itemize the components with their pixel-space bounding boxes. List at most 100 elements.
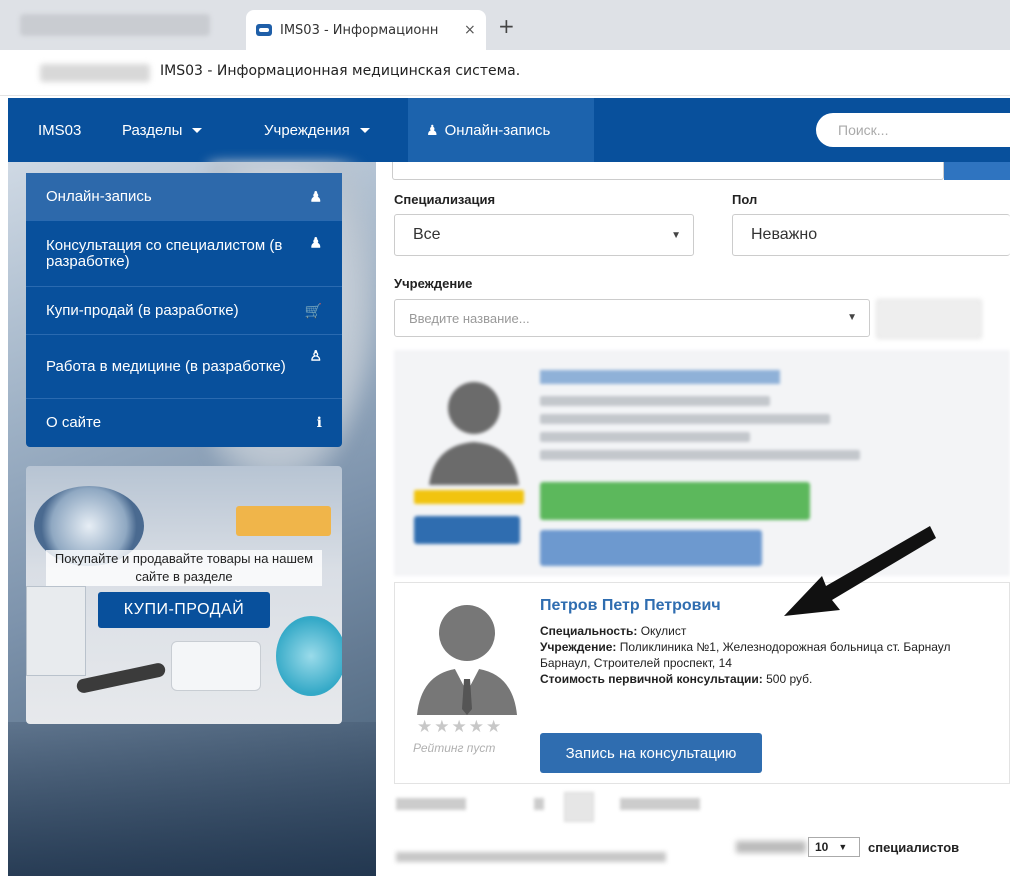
nav-brand[interactable]: IMS03: [26, 98, 93, 162]
inst-label: Учреждение:: [540, 640, 617, 654]
avatar-placeholder-icon: [417, 605, 517, 715]
page-link[interactable]: [534, 798, 544, 810]
user-md-icon: ♟: [426, 121, 439, 138]
spec-select[interactable]: Все ▼: [394, 214, 694, 256]
browser-tabstrip: IMS03 - Информационн × +: [0, 0, 1010, 50]
caret-down-icon: [359, 127, 370, 133]
sidebar-item-consultation[interactable]: Консультация со специалистом (в разработ…: [26, 221, 342, 287]
search-input[interactable]: Поиск...: [816, 113, 1010, 147]
nav-institutions[interactable]: Учреждения: [246, 98, 388, 162]
gender-label: Пол: [732, 192, 758, 207]
ad-banner[interactable]: Покупайте и продавайте товары на нашем с…: [26, 466, 342, 724]
doctor-details: Специальность: Окулист Учреждение: Полик…: [540, 623, 1000, 687]
tab-title: IMS03 - Информационн: [280, 22, 439, 38]
product-image: [75, 661, 167, 695]
price-line: Стоимость первичной консультации: 500 ру…: [540, 671, 1000, 687]
caret-down-icon: [192, 127, 203, 133]
ad-text: Покупайте и продавайте товары на нашем с…: [46, 550, 322, 586]
rating-stars-icon[interactable]: ★★★★★: [417, 717, 503, 737]
next-page-link[interactable]: [620, 798, 700, 810]
nav-online[interactable]: ♟ Онлайн-запись: [408, 98, 594, 162]
blurred-button[interactable]: [540, 482, 810, 520]
blurred-line: [540, 414, 830, 424]
blurred-name: [540, 370, 780, 384]
nav-sections[interactable]: Разделы: [104, 98, 220, 162]
address-title: IMS03 - Информационная медицинская систе…: [160, 63, 521, 79]
inst-placeholder: Введите название...: [409, 310, 530, 326]
rating-text: Рейтинг пуст: [413, 741, 496, 755]
spec-value: Окулист: [640, 624, 687, 638]
current-page[interactable]: [564, 792, 594, 822]
brand-label: IMS03: [38, 121, 82, 139]
blurred-stars: [414, 490, 524, 504]
inst-value: Поликлиника №1, Железнодорожная больница…: [619, 640, 951, 654]
blurred-url: [40, 64, 150, 82]
per-page-value: 10: [815, 840, 829, 854]
top-search-input[interactable]: [392, 162, 944, 180]
product-image: [26, 586, 86, 676]
product-image: [171, 641, 261, 691]
arrow-annotation-icon: [784, 526, 936, 616]
active-tab[interactable]: IMS03 - Информационн ×: [246, 10, 486, 50]
gender-select[interactable]: Неважно: [732, 214, 1010, 256]
per-page-suffix: специалистов: [868, 839, 960, 855]
per-page-select[interactable]: 10 ▼: [808, 837, 860, 857]
favicon-icon: [256, 24, 272, 36]
address-bar[interactable]: IMS03 - Информационная медицинская систе…: [0, 50, 1010, 96]
sidebar-item-label: Онлайн-запись: [46, 187, 152, 205]
sidebar-item-label: О сайте: [46, 414, 102, 431]
user-md-icon: ♟: [309, 234, 322, 251]
blurred-line: [540, 450, 860, 460]
product-image: [236, 506, 331, 536]
prev-page-link[interactable]: [396, 798, 466, 810]
price-label: Стоимость первичной консультации:: [540, 672, 763, 686]
sidebar-item-jobs[interactable]: Работа в медицине (в разработке) ♙: [26, 335, 342, 399]
per-page-control: 10 ▼ специалистов: [736, 837, 959, 857]
book-consultation-button[interactable]: Запись на консультацию: [540, 733, 762, 773]
online-label: Онлайн-запись: [444, 121, 551, 139]
blurred-line: [540, 432, 750, 442]
spec-label: Специализация: [394, 192, 496, 207]
caret-down-icon: ▼: [847, 312, 857, 323]
spec-value: Все: [413, 226, 441, 243]
inst-line: Учреждение: Поликлиника №1, Железнодорож…: [540, 639, 1000, 655]
info-icon: i: [316, 415, 322, 431]
user-md-icon: ♟: [309, 188, 322, 204]
spec-label: Специальность:: [540, 624, 638, 638]
caret-down-icon: ▼: [671, 230, 681, 241]
blurred-button[interactable]: [414, 516, 520, 544]
avatar-placeholder-icon: [429, 382, 519, 485]
sidebar-item-buy-sell[interactable]: Купи-продай (в разработке) 🛒: [26, 287, 342, 335]
sidebar-item-label: Консультация со специалистом (в разработ…: [46, 236, 283, 270]
sidebar-item-label: Работа в медицине (в разработке): [46, 357, 286, 375]
blurred-tab[interactable]: [20, 14, 210, 36]
blurred-label: [736, 841, 806, 853]
pagination: [396, 790, 856, 824]
spec-line: Специальность: Окулист: [540, 623, 1000, 639]
inst-select[interactable]: Введите название... ▼: [394, 299, 870, 337]
sidebar-menu: Онлайн-запись ♟ Консультация со специали…: [26, 173, 342, 447]
gender-value: Неважно: [751, 226, 818, 243]
blurred-shown-text: [396, 852, 666, 862]
address-line: Барнаул, Строителей проспект, 14: [540, 656, 732, 670]
users-icon: ♙: [309, 347, 322, 364]
blurred-button[interactable]: [540, 530, 762, 566]
cart-icon: 🛒: [304, 302, 322, 318]
sections-label: Разделы: [122, 121, 183, 139]
buy-sell-button[interactable]: КУПИ-ПРОДАЙ: [98, 592, 270, 628]
blurred-line: [540, 396, 770, 406]
main-content: Специализация Все ▼ Пол Неважно Учрежден…: [376, 162, 1010, 876]
new-tab-icon[interactable]: +: [498, 14, 515, 38]
sidebar-item-online[interactable]: Онлайн-запись ♟: [26, 173, 342, 221]
price-value: 500 руб.: [766, 672, 813, 686]
inst-label: Учреждение: [394, 276, 473, 291]
caret-down-icon: ▼: [838, 842, 848, 852]
reset-button[interactable]: [876, 299, 982, 339]
institutions-label: Учреждения: [264, 121, 350, 139]
sidebar-item-label: Купи-продай (в разработке): [46, 301, 239, 319]
sidebar-item-about[interactable]: О сайте i: [26, 399, 342, 447]
close-icon[interactable]: ×: [464, 22, 476, 38]
doctor-name[interactable]: Петров Петр Петрович: [540, 597, 721, 615]
product-image: [276, 616, 342, 696]
top-search-button[interactable]: [944, 162, 1010, 180]
